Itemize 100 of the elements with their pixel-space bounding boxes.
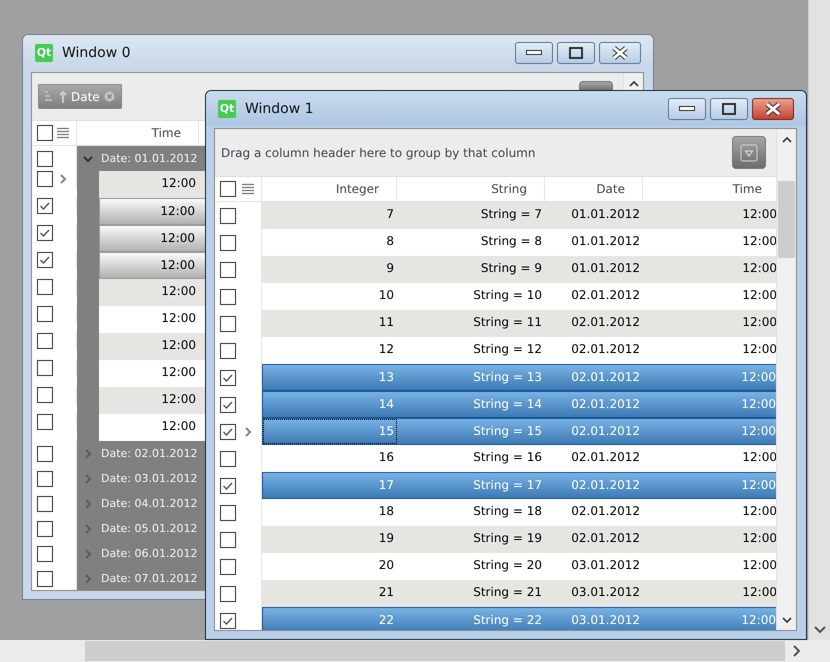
table-row[interactable]: 12:00 xyxy=(99,252,207,279)
dropdown-button[interactable] xyxy=(579,81,613,91)
scrollbar-thumb[interactable] xyxy=(85,641,785,661)
group-row[interactable]: Date: 05.01.2012 xyxy=(77,516,207,541)
table-cell-text: 02.01.2012 xyxy=(570,503,641,520)
select-all-checkbox[interactable] xyxy=(37,125,53,141)
row-checkbox[interactable] xyxy=(37,333,53,349)
table-row[interactable]: 19 String = 19 02.01.2012 12:00 xyxy=(262,526,776,553)
scroll-up-icon[interactable] xyxy=(782,136,792,143)
dropdown-button[interactable] xyxy=(732,136,766,169)
table-cell-text: 02.01.2012 xyxy=(570,287,641,304)
table-cell-text: 8 xyxy=(385,233,395,250)
table-row[interactable]: 12:00 xyxy=(99,387,207,414)
close-button[interactable] xyxy=(599,42,641,64)
close-button[interactable] xyxy=(752,98,794,120)
table-row[interactable]: 12:00 xyxy=(99,333,207,360)
row-checkbox[interactable] xyxy=(37,520,53,536)
row-checkbox[interactable] xyxy=(220,396,236,412)
row-checkbox[interactable] xyxy=(220,262,236,278)
table-row[interactable]: 12:00 xyxy=(99,198,207,225)
row-checkbox[interactable] xyxy=(220,478,236,494)
row-checkbox[interactable] xyxy=(220,586,236,602)
table-cell-text: 02.01.2012 xyxy=(570,530,641,547)
table-cell-text: String = 22 xyxy=(472,612,543,629)
row-checkbox[interactable] xyxy=(220,316,236,332)
maximize-icon xyxy=(722,102,736,114)
chevron-down-icon[interactable] xyxy=(83,154,93,164)
table-cell-text: String = 14 xyxy=(472,396,543,413)
row-checkbox[interactable] xyxy=(37,198,53,214)
group-row[interactable]: Date: 07.01.2012 xyxy=(77,566,207,590)
group-row[interactable]: Date: 06.01.2012 xyxy=(77,541,207,566)
minimize-button[interactable] xyxy=(515,42,553,64)
table-row[interactable]: 7 String = 7 01.01.2012 12:00 xyxy=(262,202,776,229)
select-all-checkbox[interactable] xyxy=(220,181,236,197)
group-label: Date: 04.01.2012 xyxy=(101,497,198,510)
table-row[interactable]: 9 String = 9 01.01.2012 12:00 xyxy=(262,256,776,283)
table-cell-text: 02.01.2012 xyxy=(570,341,641,358)
row-checkbox[interactable] xyxy=(220,370,236,386)
row-checkbox[interactable] xyxy=(37,225,53,241)
row-checkbox[interactable] xyxy=(37,387,53,403)
maximize-button[interactable] xyxy=(710,98,748,120)
row-checkbox[interactable] xyxy=(37,279,53,295)
maximize-button[interactable] xyxy=(557,42,595,64)
table-row[interactable]: 12:00 xyxy=(99,171,207,198)
table-row[interactable]: 12:00 xyxy=(99,225,207,252)
scroll-up-icon[interactable] xyxy=(628,80,638,87)
table-cell-text: 18 xyxy=(378,503,395,520)
table-cell-text: String = 19 xyxy=(472,530,543,547)
row-checkbox[interactable] xyxy=(37,570,53,586)
column-chooser-icon[interactable] xyxy=(242,183,254,195)
scroll-down-icon[interactable] xyxy=(782,617,792,624)
row-checkbox[interactable] xyxy=(37,360,53,376)
table-row[interactable]: 21 String = 21 03.01.2012 12:00 xyxy=(262,580,776,607)
table-row[interactable]: 11 String = 11 02.01.2012 12:00 xyxy=(262,310,776,337)
column-header[interactable]: Date xyxy=(545,177,643,201)
row-checkbox[interactable] xyxy=(220,288,236,304)
group-row[interactable]: Date: 04.01.2012 xyxy=(77,491,207,516)
row-checkbox[interactable] xyxy=(220,208,236,224)
row-checkbox[interactable] xyxy=(37,546,53,562)
group-hint: Drag a column header here to group by that column xyxy=(221,146,536,160)
window-title: Window 0 xyxy=(62,44,132,60)
minimize-icon xyxy=(526,50,542,56)
table-cell-text: 12:00 xyxy=(740,612,776,629)
group-row[interactable]: Date: 02.01.2012 xyxy=(77,441,207,466)
sort-icon xyxy=(45,90,55,104)
row-checkbox[interactable] xyxy=(37,306,53,322)
group-label: Date: 01.01.2012 xyxy=(101,152,198,165)
column-header[interactable]: Integer xyxy=(262,177,397,201)
current-row-icon[interactable] xyxy=(58,174,68,184)
row-checkbox[interactable] xyxy=(220,532,236,548)
row-checkbox[interactable] xyxy=(220,612,236,628)
row-checkbox[interactable] xyxy=(37,446,53,462)
group-label: Date: 06.01.2012 xyxy=(101,547,198,560)
table-row[interactable]: 12:00 xyxy=(99,279,207,306)
table-cell-text: String = 13 xyxy=(472,369,543,386)
column-header[interactable]: Time xyxy=(77,121,199,145)
row-checkbox[interactable] xyxy=(37,496,53,512)
row-checkbox[interactable] xyxy=(37,414,53,430)
row-checkbox[interactable] xyxy=(37,171,53,187)
row-checkbox[interactable] xyxy=(220,504,236,520)
column-header[interactable]: String xyxy=(397,177,545,201)
group-row[interactable]: Date: 03.01.2012 xyxy=(77,466,207,491)
row-checkbox[interactable] xyxy=(37,470,53,486)
row-checkbox[interactable] xyxy=(37,252,53,268)
scroll-right-icon[interactable] xyxy=(793,645,801,657)
minimize-button[interactable] xyxy=(668,98,706,120)
row-checkbox[interactable] xyxy=(220,558,236,574)
row-checkbox[interactable] xyxy=(220,234,236,250)
table-cell-text: String = 12 xyxy=(472,341,543,358)
row-checkbox[interactable] xyxy=(220,424,236,440)
current-row-icon[interactable] xyxy=(243,426,253,436)
row-checkbox[interactable] xyxy=(220,450,236,466)
group-row[interactable]: Date: 01.01.2012 xyxy=(77,146,207,171)
scroll-down-icon[interactable] xyxy=(814,626,826,634)
table-cell-text: 14 xyxy=(378,396,395,413)
column-chooser-icon[interactable] xyxy=(57,127,69,139)
row-checkbox[interactable] xyxy=(37,150,53,166)
scrollbar-thumb[interactable] xyxy=(778,181,795,258)
row-checkbox[interactable] xyxy=(220,342,236,358)
table-cell-text: 12:00 xyxy=(741,530,776,547)
